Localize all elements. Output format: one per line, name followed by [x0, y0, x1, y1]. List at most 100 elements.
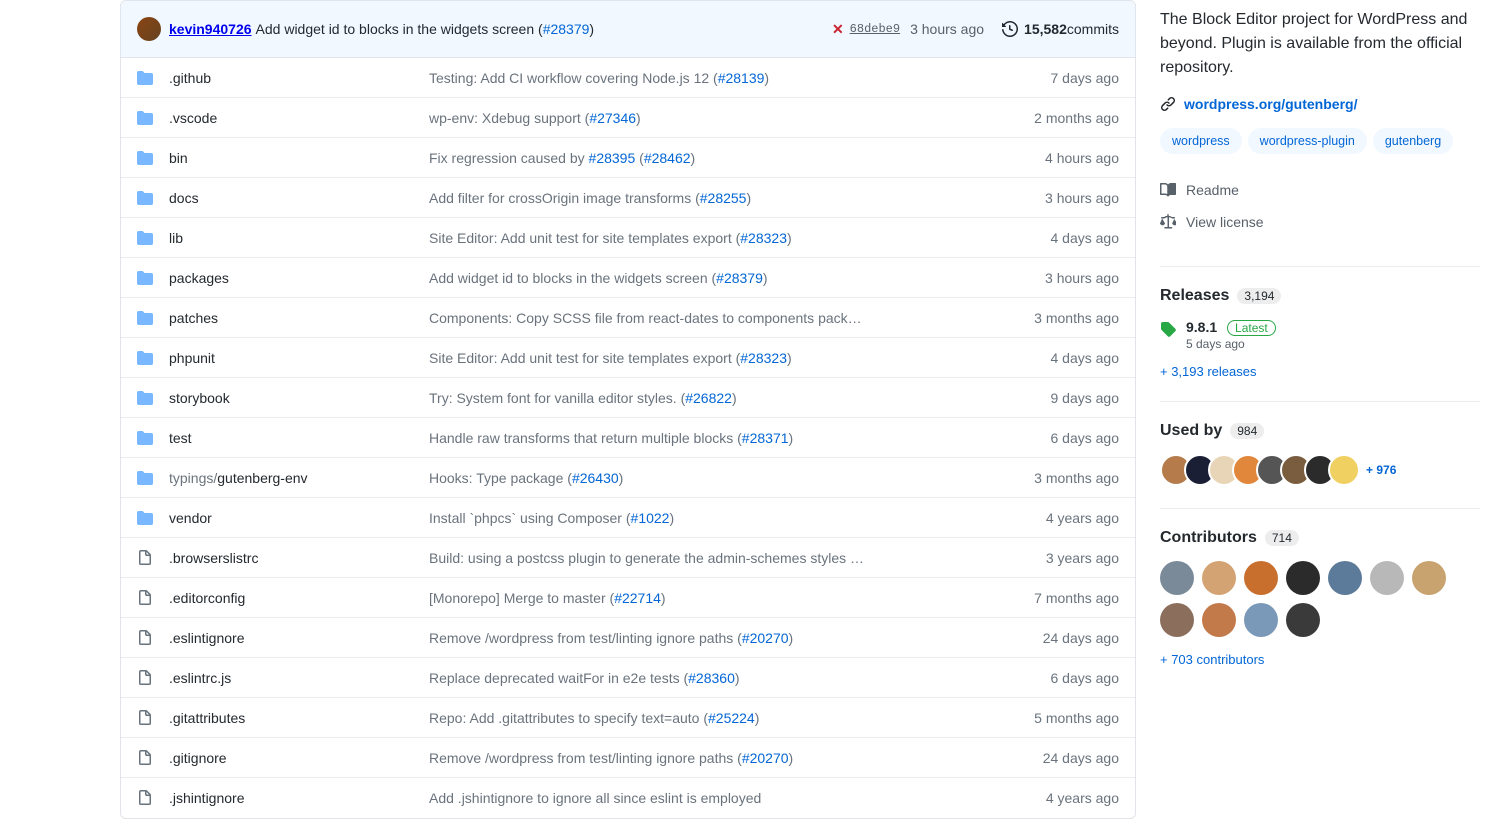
folder-icon: [137, 430, 169, 446]
file-name[interactable]: typings/gutenberg-env: [169, 470, 429, 486]
contributor-avatar[interactable]: [1244, 561, 1278, 595]
author-link[interactable]: kevin940726: [169, 21, 252, 37]
file-name[interactable]: test: [169, 430, 429, 446]
dependent-avatar[interactable]: [1328, 454, 1360, 486]
commit-message-cell[interactable]: Build: using a postcss plugin to generat…: [429, 550, 989, 566]
contributor-avatar[interactable]: [1328, 561, 1362, 595]
releases-heading[interactable]: Releases 3,194: [1160, 287, 1480, 305]
usedby-count: 984: [1230, 423, 1264, 439]
file-name[interactable]: .github: [169, 70, 429, 86]
contributors-more-link[interactable]: + 703 contributors: [1160, 652, 1264, 667]
commit-message[interactable]: Add widget id to blocks in the widgets s…: [256, 21, 595, 37]
contributor-avatar[interactable]: [1286, 603, 1320, 637]
file-age: 3 months ago: [989, 470, 1119, 486]
topic-tag[interactable]: wordpress-plugin: [1248, 128, 1367, 154]
file-name[interactable]: docs: [169, 190, 429, 206]
file-name[interactable]: .jshintignore: [169, 790, 429, 806]
contributor-avatar[interactable]: [1412, 561, 1446, 595]
file-age: 4 days ago: [989, 230, 1119, 246]
contributors-heading[interactable]: Contributors 714: [1160, 529, 1480, 547]
commit-message-cell[interactable]: Handle raw transforms that return multip…: [429, 430, 989, 446]
file-name[interactable]: .gitattributes: [169, 710, 429, 726]
file-name[interactable]: patches: [169, 310, 429, 326]
repo-sidebar: The Block Editor project for WordPress a…: [1160, 0, 1480, 819]
file-age: 3 years ago: [989, 550, 1119, 566]
folder-icon: [137, 350, 169, 366]
commit-message-cell[interactable]: Hooks: Type package (#26430): [429, 470, 989, 486]
readme-link[interactable]: Readme: [1186, 182, 1239, 198]
file-row: storybookTry: System font for vanilla ed…: [121, 378, 1135, 418]
file-icon: [137, 710, 169, 726]
file-age: 4 years ago: [989, 790, 1119, 806]
commit-message-cell[interactable]: wp-env: Xdebug support (#27346): [429, 110, 989, 126]
file-row: .browserslistrcBuild: using a postcss pl…: [121, 538, 1135, 578]
file-age: 2 months ago: [989, 110, 1119, 126]
contributor-avatar[interactable]: [1244, 603, 1278, 637]
contributor-avatars[interactable]: [1160, 561, 1480, 637]
usedby-heading[interactable]: Used by 984: [1160, 422, 1480, 440]
author-avatar[interactable]: [137, 17, 161, 41]
commit-message-cell[interactable]: [Monorepo] Merge to master (#22714): [429, 590, 989, 606]
file-age: 24 days ago: [989, 630, 1119, 646]
file-name[interactable]: lib: [169, 230, 429, 246]
commit-message-cell[interactable]: Remove /wordpress from test/linting igno…: [429, 630, 989, 646]
commit-age: 3 hours ago: [910, 21, 984, 37]
latest-release[interactable]: 9.8.1 Latest 5 days ago: [1186, 319, 1276, 351]
file-icon: [137, 790, 169, 806]
commit-message-cell[interactable]: Testing: Add CI workflow covering Node.j…: [429, 70, 989, 86]
commit-issue-link[interactable]: #28379: [543, 21, 590, 37]
contributor-avatar[interactable]: [1160, 561, 1194, 595]
contributor-avatar[interactable]: [1202, 603, 1236, 637]
file-row: patchesComponents: Copy SCSS file from r…: [121, 298, 1135, 338]
commit-message-cell[interactable]: Try: System font for vanilla editor styl…: [429, 390, 989, 406]
usedby-avatars[interactable]: + 976: [1160, 454, 1480, 486]
contributor-avatar[interactable]: [1370, 561, 1404, 595]
commit-message-cell[interactable]: Repo: Add .gitattributes to specify text…: [429, 710, 989, 726]
commit-message-cell[interactable]: Add .jshintignore to ignore all since es…: [429, 790, 989, 806]
file-name[interactable]: vendor: [169, 510, 429, 526]
file-age: 6 days ago: [989, 430, 1119, 446]
ci-status-fail-icon[interactable]: ✕: [832, 21, 844, 38]
latest-badge: Latest: [1227, 320, 1276, 336]
file-name[interactable]: .browserslistrc: [169, 550, 429, 566]
contributor-avatar[interactable]: [1202, 561, 1236, 595]
file-name[interactable]: packages: [169, 270, 429, 286]
file-row: .editorconfig[Monorepo] Merge to master …: [121, 578, 1135, 618]
about-description: The Block Editor project for WordPress a…: [1160, 8, 1480, 80]
commit-message-cell[interactable]: Install `phpcs` using Composer (#1022): [429, 510, 989, 526]
license-link[interactable]: View license: [1186, 214, 1264, 230]
commit-message-cell[interactable]: Remove /wordpress from test/linting igno…: [429, 750, 989, 766]
file-row: phpunitSite Editor: Add unit test for si…: [121, 338, 1135, 378]
commit-message-cell[interactable]: Add filter for crossOrigin image transfo…: [429, 190, 989, 206]
commit-message-cell[interactable]: Site Editor: Add unit test for site temp…: [429, 350, 989, 366]
file-name[interactable]: .editorconfig: [169, 590, 429, 606]
commit-message-cell[interactable]: Fix regression caused by #28395 (#28462): [429, 150, 989, 166]
file-name[interactable]: .eslintignore: [169, 630, 429, 646]
file-name[interactable]: storybook: [169, 390, 429, 406]
file-age: 7 days ago: [989, 70, 1119, 86]
file-name[interactable]: .gitignore: [169, 750, 429, 766]
commit-message-cell[interactable]: Components: Copy SCSS file from react-da…: [429, 310, 989, 326]
commit-message-cell[interactable]: Replace deprecated waitFor in e2e tests …: [429, 670, 989, 686]
commit-sha-link[interactable]: 68debe9: [850, 22, 900, 36]
file-row: testHandle raw transforms that return mu…: [121, 418, 1135, 458]
repo-url-link[interactable]: wordpress.org/gutenberg/: [1184, 96, 1357, 112]
file-name[interactable]: phpunit: [169, 350, 429, 366]
file-name[interactable]: bin: [169, 150, 429, 166]
file-icon: [137, 670, 169, 686]
file-row: .gitattributesRepo: Add .gitattributes t…: [121, 698, 1135, 738]
topic-tag[interactable]: gutenberg: [1373, 128, 1453, 154]
commit-message-cell[interactable]: Add widget id to blocks in the widgets s…: [429, 270, 989, 286]
commit-message-cell[interactable]: Site Editor: Add unit test for site temp…: [429, 230, 989, 246]
file-icon: [137, 590, 169, 606]
contributor-avatar[interactable]: [1160, 603, 1194, 637]
commit-history-link[interactable]: 15,582 commits: [1002, 21, 1119, 37]
file-icon: [137, 630, 169, 646]
releases-more-link[interactable]: + 3,193 releases: [1160, 364, 1256, 379]
file-name[interactable]: .eslintrc.js: [169, 670, 429, 686]
usedby-more-link[interactable]: + 976: [1366, 463, 1396, 477]
contributor-avatar[interactable]: [1286, 561, 1320, 595]
file-name[interactable]: .vscode: [169, 110, 429, 126]
file-age: 24 days ago: [989, 750, 1119, 766]
topic-tag[interactable]: wordpress: [1160, 128, 1242, 154]
